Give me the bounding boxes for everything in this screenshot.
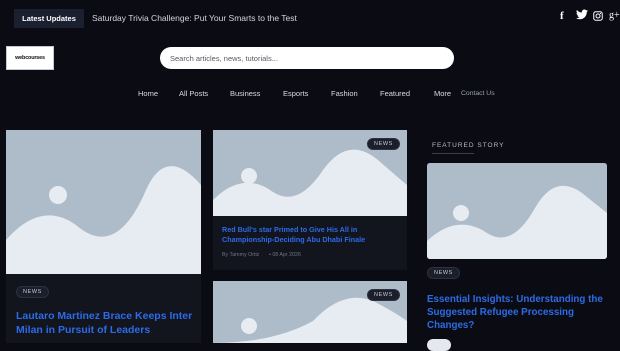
article-card-middle-top[interactable]: News Red Bull's star Primed to Give His … <box>213 130 407 270</box>
article-card-left[interactable]: News Lautaro Martinez Brace Keeps Inter … <box>6 130 201 343</box>
nav-item-business[interactable]: Business <box>230 89 260 98</box>
nav-item-contact[interactable]: Contact Us <box>461 90 495 97</box>
nav-item-all-posts[interactable]: All Posts <box>179 89 208 98</box>
logo-text: webcourses <box>15 55 45 61</box>
main-nav: Home All Posts Business Esports Fashion … <box>0 89 620 101</box>
featured-image[interactable] <box>427 163 607 259</box>
article-image-placeholder <box>6 130 201 274</box>
news-badge[interactable]: News <box>367 138 400 150</box>
featured-story-label: FEATURED STORY <box>432 142 505 149</box>
search-box[interactable] <box>160 47 454 69</box>
latest-updates-button[interactable]: Latest Updates <box>14 9 84 28</box>
instagram-icon[interactable] <box>593 11 603 24</box>
featured-title[interactable]: Essential Insights: Understanding the Su… <box>427 293 613 332</box>
article-author[interactable]: By Tammy Ortiz <box>222 252 259 258</box>
news-badge[interactable]: News <box>16 286 49 298</box>
author-avatar[interactable] <box>427 339 451 351</box>
google-plus-icon[interactable]: g+ <box>609 10 620 21</box>
article-date: • 08 Apr 2026 <box>269 252 301 258</box>
news-ticker[interactable]: Saturday Trivia Challenge: Put Your Smar… <box>92 13 297 23</box>
news-badge[interactable]: News <box>367 289 400 301</box>
search-input[interactable] <box>160 47 454 69</box>
article-card-middle-bottom[interactable]: News <box>213 281 407 343</box>
nav-item-fashion[interactable]: Fashion <box>331 89 358 98</box>
nav-item-more[interactable]: More <box>434 89 451 98</box>
article-title[interactable]: Lautaro Martinez Brace Keeps Inter Milan… <box>16 309 196 337</box>
nav-item-home[interactable]: Home <box>138 89 158 98</box>
article-image-placeholder <box>427 163 607 259</box>
top-bar: Latest Updates Saturday Trivia Challenge… <box>0 0 620 38</box>
nav-item-esports[interactable]: Esports <box>283 89 308 98</box>
facebook-icon[interactable]: f <box>560 10 564 22</box>
twitter-icon[interactable] <box>576 9 588 23</box>
article-title[interactable]: Red Bull's star Primed to Give His All i… <box>222 225 402 245</box>
news-badge[interactable]: News <box>427 267 460 279</box>
featured-divider <box>432 153 474 154</box>
nav-item-featured[interactable]: Featured <box>380 89 410 98</box>
site-logo[interactable]: webcourses <box>6 46 54 70</box>
